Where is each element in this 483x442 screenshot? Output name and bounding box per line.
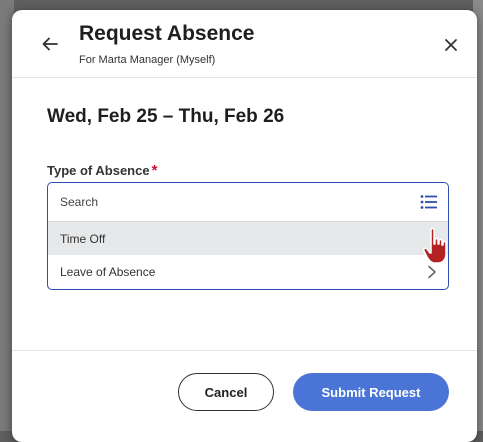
option-label: Leave of Absence (60, 264, 156, 279)
cancel-button[interactable]: Cancel (178, 373, 274, 411)
dialog-subtitle: For Marta Manager (Myself) (79, 54, 216, 66)
dialog-title: Request Absence (79, 22, 255, 45)
absence-type-label-text: Type of Absence (47, 163, 150, 178)
search-row (48, 183, 448, 222)
option-label: Time Off (60, 231, 106, 246)
dialog-footer: Cancel Submit Request (12, 350, 477, 442)
date-range-heading: Wed, Feb 25 – Thu, Feb 26 (47, 106, 285, 127)
absence-type-dropdown: Time Off Leave of Absence (47, 182, 449, 290)
absence-type-label: Type of Absence * (47, 162, 157, 179)
dialog-header: Request Absence For Marta Manager (Mysel… (12, 10, 477, 78)
option-leave-of-absence[interactable]: Leave of Absence (48, 255, 448, 288)
close-button[interactable] (441, 35, 461, 55)
chevron-right-icon (428, 265, 436, 279)
required-marker: * (151, 162, 158, 179)
arrow-left-icon (42, 37, 58, 51)
close-icon (445, 39, 457, 51)
submit-request-button[interactable]: Submit Request (293, 373, 449, 411)
option-time-off[interactable]: Time Off (48, 222, 448, 255)
back-button[interactable] (38, 32, 62, 56)
list-icon[interactable] (420, 194, 438, 210)
search-input[interactable] (48, 183, 420, 221)
request-absence-dialog: Request Absence For Marta Manager (Mysel… (12, 10, 477, 442)
